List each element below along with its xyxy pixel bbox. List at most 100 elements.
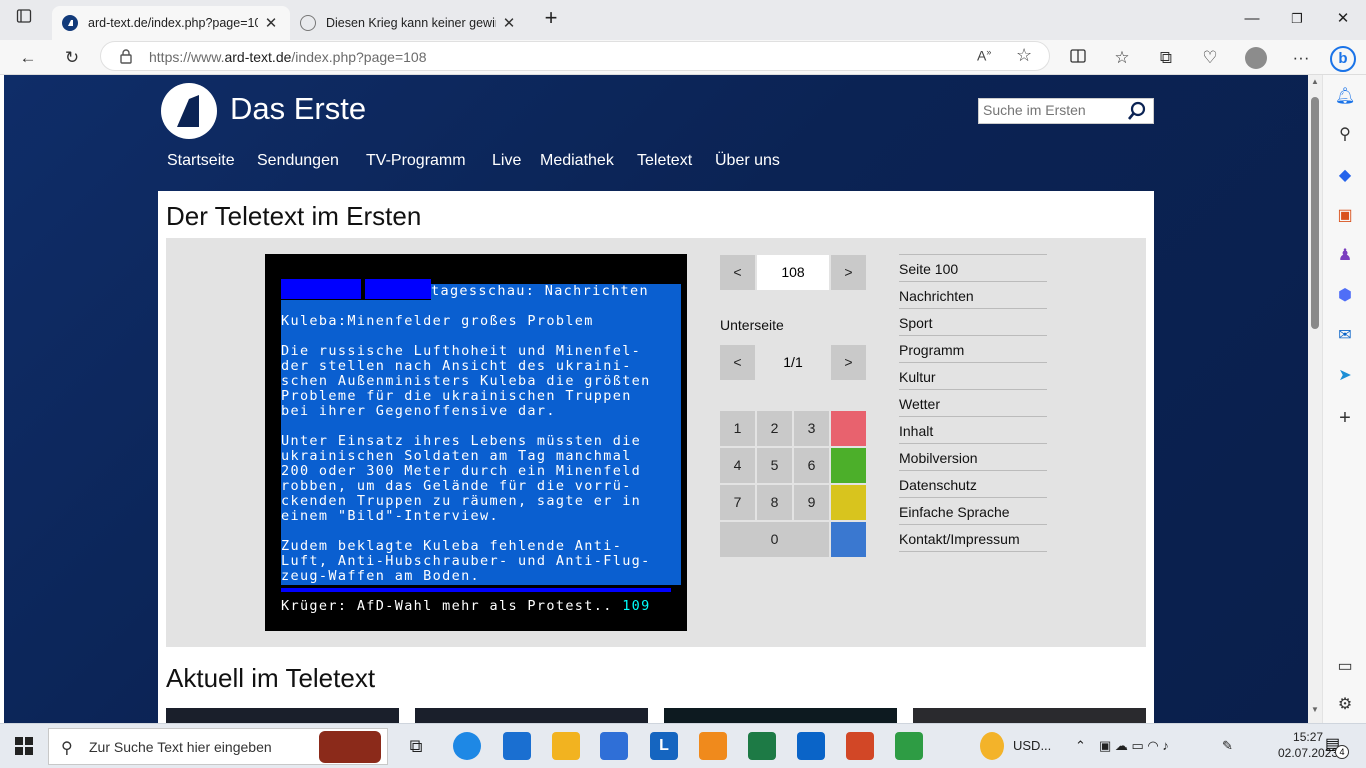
nav-ueber-uns[interactable]: Über uns bbox=[715, 152, 780, 170]
next-subpage-button[interactable]: > bbox=[831, 345, 866, 380]
maximize-icon[interactable]: ❐ bbox=[1285, 8, 1309, 30]
windows-start-icon[interactable] bbox=[15, 737, 33, 760]
key-3[interactable]: 3 bbox=[794, 411, 829, 446]
explorer-app-icon[interactable] bbox=[552, 732, 580, 760]
green-key[interactable] bbox=[831, 448, 866, 483]
tab-close-icon[interactable]: ✕ bbox=[500, 14, 518, 32]
key-1[interactable]: 1 bbox=[720, 411, 755, 446]
key-5[interactable]: 5 bbox=[757, 448, 792, 483]
favorite-star-icon[interactable]: ☆ bbox=[1016, 45, 1032, 66]
teaser-image[interactable] bbox=[664, 708, 897, 723]
address-bar[interactable]: https://www.ard-text.de/index.php?page=1… bbox=[100, 41, 1050, 71]
teaser-image[interactable] bbox=[415, 708, 648, 723]
prev-page-button[interactable]: < bbox=[720, 255, 755, 290]
drop-icon[interactable]: ➤ bbox=[1333, 364, 1357, 388]
nav-tv-programm[interactable]: TV-Programm bbox=[366, 152, 466, 170]
next-page-button[interactable]: > bbox=[831, 255, 866, 290]
key-6[interactable]: 6 bbox=[794, 448, 829, 483]
page-scrollbar[interactable]: ▲ ▼ bbox=[1308, 75, 1322, 723]
quick-link[interactable]: Inhalt bbox=[899, 416, 1047, 443]
bing-copilot-icon[interactable]: b bbox=[1330, 46, 1356, 72]
search-icon[interactable] bbox=[1127, 101, 1147, 126]
nav-mediathek[interactable]: Mediathek bbox=[540, 152, 614, 170]
tab-actions-icon[interactable] bbox=[12, 8, 36, 30]
taskbar-search[interactable]: ⚲ Zur Suche Text hier eingeben bbox=[48, 728, 388, 765]
quick-link[interactable]: Nachrichten bbox=[899, 281, 1047, 308]
quick-link[interactable]: Kontakt/Impressum bbox=[899, 524, 1047, 551]
yellow-key[interactable] bbox=[831, 485, 866, 520]
tt-footer[interactable]: Krüger: AfD-Wahl mehr als Protest.. 109 bbox=[281, 599, 651, 614]
currency-widget-icon[interactable] bbox=[980, 732, 1004, 760]
prev-subpage-button[interactable]: < bbox=[720, 345, 755, 380]
key-8[interactable]: 8 bbox=[757, 485, 792, 520]
currency-widget-text[interactable]: USD... bbox=[1013, 738, 1051, 753]
tray-chevron-icon[interactable]: ⌃ bbox=[1075, 738, 1086, 754]
nav-startseite[interactable]: Startseite bbox=[167, 152, 235, 170]
tools-icon[interactable]: ▣ bbox=[1333, 204, 1357, 228]
nav-live[interactable]: Live bbox=[492, 152, 521, 170]
key-2[interactable]: 2 bbox=[757, 411, 792, 446]
read-aloud-icon[interactable]: A» bbox=[977, 47, 991, 64]
quick-link[interactable]: Programm bbox=[899, 335, 1047, 362]
search-highlight-wolf-image[interactable] bbox=[319, 731, 381, 763]
teaser-image[interactable] bbox=[166, 708, 399, 723]
site-logo-text[interactable]: Das Erste bbox=[230, 91, 366, 127]
quick-link[interactable]: Datenschutz bbox=[899, 470, 1047, 497]
tab-ard-text[interactable]: ard-text.de/index.php?page=108 ✕ bbox=[52, 6, 290, 40]
key-9[interactable]: 9 bbox=[794, 485, 829, 520]
key-4[interactable]: 4 bbox=[720, 448, 755, 483]
pen-icon[interactable]: ✎ bbox=[1222, 738, 1233, 754]
das-erste-logo-icon[interactable] bbox=[161, 83, 217, 139]
split-screen-icon[interactable] bbox=[1065, 46, 1091, 70]
store-app-icon[interactable] bbox=[600, 732, 628, 760]
quick-link[interactable]: Seite 100 bbox=[899, 254, 1047, 281]
m365-icon[interactable]: ⬢ bbox=[1333, 284, 1357, 308]
excel-app-icon[interactable] bbox=[748, 732, 776, 760]
games-icon[interactable]: ♟ bbox=[1333, 244, 1357, 268]
reload-icon[interactable]: ↻ bbox=[59, 46, 85, 70]
red-key[interactable] bbox=[831, 411, 866, 446]
lock-icon[interactable] bbox=[119, 48, 133, 69]
tray-icons[interactable]: ▣ ☁ ▭ ◠ ♪ bbox=[1099, 738, 1169, 754]
teaser-image[interactable] bbox=[913, 708, 1146, 723]
search-input[interactable] bbox=[979, 99, 1119, 121]
vlc-app-icon[interactable] bbox=[699, 732, 727, 760]
scrollbar-thumb[interactable] bbox=[1311, 97, 1319, 329]
mail-app-icon[interactable] bbox=[503, 732, 531, 760]
quick-link[interactable]: Wetter bbox=[899, 389, 1047, 416]
quick-link[interactable]: Kultur bbox=[899, 362, 1047, 389]
tab-close-icon[interactable]: ✕ bbox=[262, 14, 280, 32]
outlook-app-icon[interactable] bbox=[797, 732, 825, 760]
quick-link[interactable]: Mobilversion bbox=[899, 443, 1047, 470]
key-0[interactable]: 0 bbox=[720, 522, 829, 557]
quick-link[interactable]: Sport bbox=[899, 308, 1047, 335]
tab-diesen-krieg[interactable]: Diesen Krieg kann keiner gewinnen ✕ bbox=[290, 6, 528, 40]
more-menu-icon[interactable]: ··· bbox=[1288, 46, 1314, 70]
favorites-icon[interactable]: ☆ bbox=[1109, 46, 1135, 70]
page-number-input[interactable]: 108 bbox=[757, 255, 829, 290]
minimize-icon[interactable]: — bbox=[1240, 8, 1264, 30]
close-window-icon[interactable]: ✕ bbox=[1331, 8, 1355, 30]
nav-sendungen[interactable]: Sendungen bbox=[257, 152, 339, 170]
new-tab-icon[interactable]: + bbox=[539, 7, 563, 30]
nav-teletext[interactable]: Teletext bbox=[637, 152, 692, 170]
shopping-tag-icon[interactable]: ◆ bbox=[1333, 164, 1357, 188]
outlook-icon[interactable]: ✉ bbox=[1333, 324, 1357, 348]
performance-icon[interactable]: ♡ bbox=[1197, 46, 1223, 70]
profile-avatar[interactable] bbox=[1243, 46, 1269, 70]
search-icon[interactable]: ⚲ bbox=[1333, 123, 1357, 147]
settings-gear-icon[interactable]: ⚙ bbox=[1333, 693, 1357, 717]
add-sidebar-icon[interactable]: + bbox=[1333, 406, 1357, 430]
back-icon[interactable]: ← bbox=[15, 46, 41, 70]
key-7[interactable]: 7 bbox=[720, 485, 755, 520]
powerpoint-app-icon[interactable] bbox=[846, 732, 874, 760]
calc-app-icon[interactable] bbox=[895, 732, 923, 760]
edge-app-icon[interactable] bbox=[453, 732, 481, 760]
quick-link[interactable]: Einfache Sprache bbox=[899, 497, 1047, 524]
sidebar-layout-icon[interactable]: ▭ bbox=[1333, 655, 1357, 679]
bell-icon[interactable]: 🔔︎ bbox=[1333, 85, 1357, 109]
l-app-icon[interactable]: L bbox=[650, 732, 678, 760]
blue-key[interactable] bbox=[831, 522, 866, 557]
task-view-icon[interactable]: ⧉ bbox=[402, 732, 430, 760]
collections-icon[interactable]: ⧉ bbox=[1153, 46, 1179, 70]
